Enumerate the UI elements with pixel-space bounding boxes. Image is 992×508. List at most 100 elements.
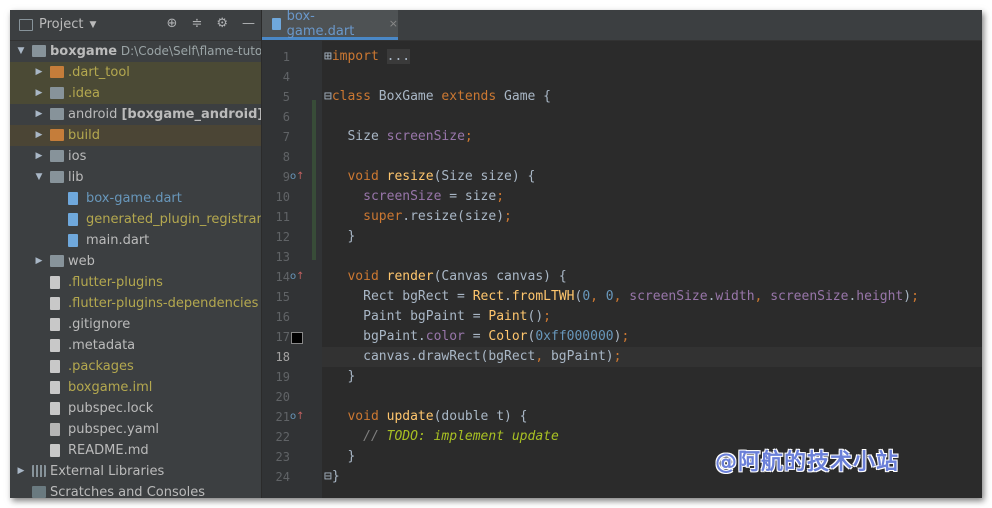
tab-box-game-dart[interactable]: box-game.dart × — [262, 10, 398, 40]
line-number: 1 — [282, 50, 290, 64]
tree-item-label: .idea — [68, 86, 100, 101]
code-line[interactable]: } — [322, 227, 982, 247]
tree-item-label: generated_plugin_registrant.dart — [86, 212, 261, 227]
tree-item-web[interactable]: ▶ web — [10, 251, 261, 272]
file-icon — [50, 402, 60, 415]
target-icon[interactable]: ⊕ — [167, 16, 178, 31]
chevron-right-icon[interactable]: ▶ — [34, 125, 44, 146]
tree-item-label: .packages — [68, 359, 134, 374]
folder-icon — [50, 87, 64, 99]
tree-item-lib[interactable]: ▼ lib — [10, 167, 261, 188]
line-number: 20 — [275, 390, 290, 404]
line-number: 21 — [275, 410, 290, 424]
line-number: 16 — [275, 310, 290, 324]
tree-item-label: boxgame.iml — [68, 380, 153, 395]
chevron-down-icon[interactable]: ▼ — [16, 41, 26, 62]
folder-icon — [50, 171, 64, 183]
tree-item-scratches-and-consoles[interactable]: Scratches and Consoles — [10, 482, 261, 498]
code-line[interactable]: bgPaint.color = Color(0xff000000); — [322, 327, 982, 347]
tree-item-flutter-plugins-dependencies[interactable]: .flutter-plugins-dependencies — [10, 293, 261, 314]
chevron-down-icon[interactable]: ▼ — [34, 167, 44, 188]
file-icon — [50, 339, 60, 352]
project-title: Project — [39, 17, 84, 32]
override-marker-icon[interactable]: o↑ — [290, 167, 305, 187]
tree-item-label: android [boxgame_android] — [68, 104, 261, 125]
code-area[interactable]: ⊞import ... ⊟class BoxGame extends Game {… — [322, 40, 982, 498]
chevron-right-icon[interactable]: ▶ — [16, 461, 26, 482]
gear-icon[interactable]: ⚙ — [216, 16, 228, 31]
tree-item-flutter-plugins[interactable]: .flutter-plugins — [10, 272, 261, 293]
tree-item-generated-plugin-registrant-dart[interactable]: generated_plugin_registrant.dart — [10, 209, 261, 230]
code-line[interactable]: ⊞import ... — [322, 47, 982, 67]
code-line[interactable]: Rect bgRect = Rect.fromLTWH(0, 0, screen… — [322, 287, 982, 307]
file-icon — [50, 444, 60, 457]
project-name: boxgame — [50, 44, 118, 59]
code-line[interactable]: super.resize(size); — [322, 207, 982, 227]
code-line[interactable]: canvas.drawRect(bgRect, bgPaint); — [322, 347, 982, 367]
chevron-right-icon[interactable]: ▶ — [34, 104, 44, 125]
code-line[interactable]: void update(double t) { — [322, 407, 982, 427]
chevron-right-icon[interactable]: ▶ — [34, 62, 44, 83]
tree-item-pubspec-lock[interactable]: pubspec.lock — [10, 398, 261, 419]
tree-item-idea[interactable]: ▶ .idea — [10, 83, 261, 104]
code-line[interactable] — [322, 387, 982, 407]
line-number: 8 — [282, 150, 290, 164]
tree-item-ios[interactable]: ▶ ios — [10, 146, 261, 167]
chevron-right-icon[interactable]: ▶ — [34, 83, 44, 104]
tree-item-metadata[interactable]: .metadata — [10, 335, 261, 356]
chevron-down-icon: ▼ — [89, 19, 97, 30]
tree-item-label: .gitignore — [68, 317, 131, 332]
tree-item-build[interactable]: ▶ build — [10, 125, 261, 146]
code-line[interactable]: void render(Canvas canvas) { — [322, 267, 982, 287]
line-number: 22 — [275, 430, 290, 444]
code-line[interactable] — [322, 67, 982, 87]
tree-item-main-dart[interactable]: main.dart — [10, 230, 261, 251]
code-line[interactable] — [322, 247, 982, 267]
tree-item-boxgame-iml[interactable]: boxgame.iml — [10, 377, 261, 398]
tree-item-boxgame[interactable]: ▼ boxgame D:\Code\Self\flame-tutor — [10, 41, 261, 62]
collapse-icon[interactable]: ≑ — [191, 16, 202, 31]
ide-window: Project ▼ ⊕ ≑ ⚙ — ▼ boxgame D:\Code\Self\… — [10, 10, 982, 498]
project-tree: ▼ boxgame D:\Code\Self\flame-tutor ▶ .dart_… — [10, 41, 261, 498]
tree-item-external-libraries[interactable]: ▶ External Libraries — [10, 461, 261, 482]
tree-item-label: .dart_tool — [68, 65, 130, 80]
line-number: 5 — [282, 90, 290, 104]
project-view-selector[interactable]: Project ▼ — [19, 17, 96, 32]
tree-item-packages[interactable]: .packages — [10, 356, 261, 377]
code-line[interactable]: Size screenSize; — [322, 127, 982, 147]
tree-item-android-boxgame-android[interactable]: ▶ android [boxgame_android] — [10, 104, 261, 125]
tree-item-dart-tool[interactable]: ▶ .dart_tool — [10, 62, 261, 83]
tree-item-pubspec-yaml[interactable]: pubspec.yaml — [10, 419, 261, 440]
color-swatch-icon[interactable] — [291, 332, 303, 344]
tree-item-label: .flutter-plugins-dependencies — [68, 296, 259, 311]
file-icon — [50, 276, 60, 289]
line-number: 11 — [275, 210, 290, 224]
code-line[interactable] — [322, 107, 982, 127]
code-line[interactable]: screenSize = size; — [322, 187, 982, 207]
override-marker-icon[interactable]: o↑ — [290, 267, 305, 287]
close-icon[interactable]: × — [389, 17, 398, 30]
folder-icon — [50, 66, 64, 78]
minimize-icon[interactable]: — — [242, 16, 255, 31]
code-line[interactable]: Paint bgPaint = Paint(); — [322, 307, 982, 327]
folder-icon — [50, 108, 64, 120]
libraries-icon — [32, 465, 46, 477]
tree-item-label: Scratches and Consoles — [50, 485, 206, 498]
override-marker-icon[interactable]: o↑ — [290, 407, 305, 427]
chevron-right-icon[interactable]: ▶ — [34, 251, 44, 272]
tree-item-box-game-dart[interactable]: box-game.dart — [10, 188, 261, 209]
tree-item-readme-md[interactable]: README.md — [10, 440, 261, 461]
watermark: @阿航的技术小站 — [715, 450, 900, 475]
tree-item-label: web — [68, 254, 95, 269]
line-number: 12 — [275, 230, 290, 244]
code-line[interactable]: } — [322, 367, 982, 387]
code-line[interactable] — [322, 147, 982, 167]
code-line[interactable]: void resize(Size size) { — [322, 167, 982, 187]
tree-item-label: External Libraries — [50, 464, 165, 479]
code-line[interactable]: ⊟class BoxGame extends Game { — [322, 87, 982, 107]
tree-item-gitignore[interactable]: .gitignore — [10, 314, 261, 335]
tree-item-label: boxgame D:\Code\Self\flame-tutor — [50, 41, 261, 62]
chevron-right-icon[interactable]: ▶ — [34, 146, 44, 167]
line-number: 24 — [275, 470, 290, 484]
line-number: 7 — [282, 130, 290, 144]
